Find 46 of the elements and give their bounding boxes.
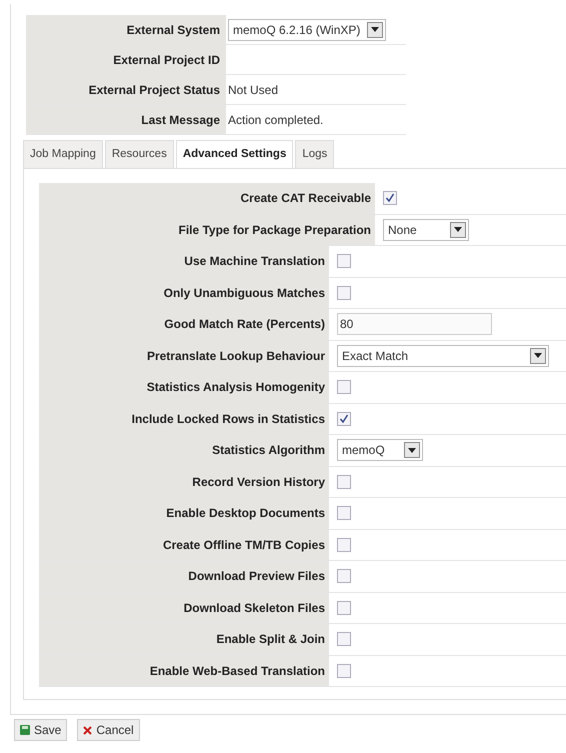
select-dropdown[interactable]: Exact Match [337,344,549,367]
checkbox[interactable] [337,474,351,489]
checkbox[interactable] [337,380,351,394]
setting-label: Use Machine Translation [184,253,325,270]
setting-label: Pretranslate Lookup Behaviour [146,348,325,365]
setting-label: Enable Desktop Documents [166,505,325,522]
save-button[interactable]: Save [14,719,68,741]
setting-label: Record Version History [192,474,325,491]
field-label: External System [126,22,220,38]
checkbox[interactable] [337,600,351,615]
checkbox[interactable] [337,506,351,520]
setting-label: Only Unambiguous Matches [164,284,325,302]
cancel-button[interactable]: Cancel [77,719,140,741]
checkbox[interactable] [337,254,351,268]
field-label: Last Message [141,112,220,128]
field-value: Not Used [228,82,278,98]
checkbox[interactable] [337,538,351,552]
setting-label: Good Match Rate (Percents) [164,316,325,334]
select-dropdown[interactable]: memoQ 6.2.16 (WinXP) [228,18,386,40]
setting-label: Statistics Analysis Homogenity [146,379,325,396]
setting-label: Include Locked Rows in Statistics [132,410,325,428]
select-dropdown[interactable]: memoQ [337,439,423,462]
tab[interactable]: Resources [104,140,174,168]
setting-label: Statistics Algorithm [212,442,325,460]
checkbox[interactable] [337,664,351,678]
setting-label: Download Preview Files [188,568,325,586]
tab[interactable]: Advanced Settings [176,140,294,168]
close-icon [83,726,92,734]
setting-label: Enable Split & Join [216,631,325,648]
setting-label: Create CAT Receivable [240,190,371,208]
field-label: External Project ID [113,52,220,68]
checkbox[interactable] [337,412,351,426]
input-field[interactable]: 80 [337,313,492,336]
select-dropdown[interactable]: None [383,218,469,241]
field-label: External Project Status [88,82,220,98]
field-value: Action completed. [228,112,324,128]
setting-label: File Type for Package Preparation [178,222,371,239]
tab[interactable]: Job Mapping [23,140,103,168]
setting-label: Enable Web-Based Translation [150,662,325,680]
checkbox[interactable] [383,191,397,206]
setting-label: Download Skeleton Files [184,600,325,617]
checkbox[interactable] [337,286,351,300]
tab[interactable]: Logs [295,140,334,168]
checkbox[interactable] [337,632,351,646]
checkbox[interactable] [337,569,351,584]
setting-label: Create Offline TM/TB Copies [162,536,325,554]
